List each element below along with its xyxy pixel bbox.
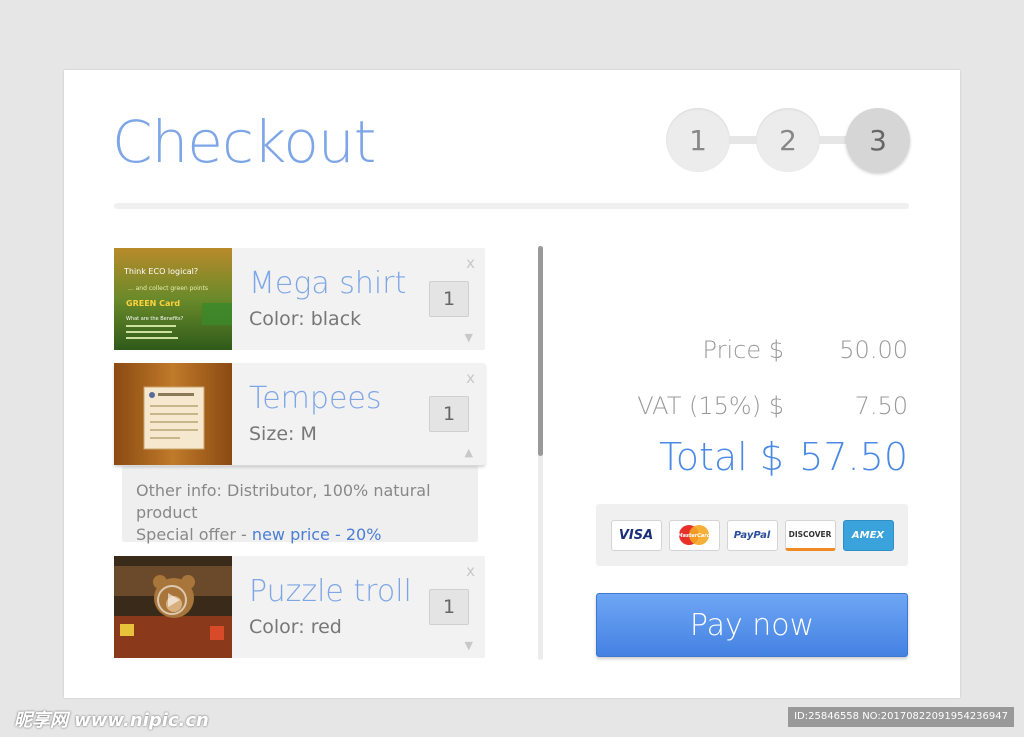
mastercard-icon[interactable]: MasterCard — [668, 519, 720, 551]
price-label: Price $ — [702, 336, 784, 364]
watermark-logo: 昵享网 www.nipic.cn — [14, 710, 209, 731]
offer-link[interactable]: new price - 20% — [252, 525, 381, 544]
thumb-text: Think ECO logical? — [123, 267, 198, 276]
product-thumbnail[interactable] — [114, 556, 232, 658]
item-name[interactable]: Mega shirt — [249, 266, 406, 301]
item-detail: Color: red — [249, 616, 342, 638]
checkout-card: Checkout 1 2 3 Think ECO logical? ... an… — [64, 70, 960, 698]
expand-arrow-icon[interactable]: ▼ — [465, 639, 473, 652]
item-detail: Color: black — [249, 308, 362, 330]
offer-prefix: Special offer - — [136, 525, 252, 544]
step-indicator: 1 2 3 — [666, 108, 910, 172]
cart-scrollbar[interactable] — [538, 246, 543, 660]
product-thumbnail[interactable] — [114, 363, 232, 465]
header-divider — [114, 203, 909, 209]
info-text: Other info: Distributor, 100% natural pr… — [136, 481, 431, 522]
paypal-icon[interactable]: PayPal — [726, 519, 778, 551]
item-name[interactable]: Tempees — [249, 381, 382, 416]
thumb-text: ... and collect green points — [128, 285, 208, 292]
step-3-active[interactable]: 3 — [846, 108, 910, 172]
thumb-text: What are the Benefits? — [126, 316, 184, 322]
total-label: Total $ — [658, 435, 784, 479]
vat-label: VAT (15%) $ — [637, 392, 784, 420]
cart-item: Tempees Size: M 1 x ▲ — [114, 363, 485, 465]
expand-arrow-icon[interactable]: ▼ — [465, 331, 473, 344]
collapse-arrow-icon[interactable]: ▲ — [465, 446, 473, 459]
thumb-text: GREEN Card — [126, 299, 180, 308]
discover-card-icon[interactable]: DISCOVER — [784, 519, 836, 551]
quantity-field[interactable]: 1 — [429, 589, 469, 625]
step-2[interactable]: 2 — [756, 108, 820, 172]
remove-icon[interactable]: x — [466, 254, 475, 272]
item-detail: Size: M — [249, 423, 317, 445]
item-info-panel: Other info: Distributor, 100% natural pr… — [122, 466, 478, 544]
amex-card-icon[interactable]: AMEX — [842, 519, 894, 551]
special-offer: Special offer - new price - 20% — [136, 524, 464, 546]
payment-methods: VISA MasterCard PayPal DISCOVER AMEX — [596, 504, 908, 566]
mastercard-label: MasterCard — [678, 533, 711, 539]
cart-item: Think ECO logical? ... and collect green… — [114, 248, 485, 350]
product-thumbnail[interactable]: Think ECO logical? ... and collect green… — [114, 248, 232, 350]
pay-now-button[interactable]: Pay now — [596, 593, 908, 657]
step-1[interactable]: 1 — [666, 108, 730, 172]
total-value: 57.50 — [799, 435, 908, 479]
quantity-field[interactable]: 1 — [429, 396, 469, 432]
cart-item: Puzzle troll Color: red 1 x ▼ — [114, 556, 485, 658]
visa-card-icon[interactable]: VISA — [610, 519, 662, 551]
quantity-field[interactable]: 1 — [429, 281, 469, 317]
remove-icon[interactable]: x — [466, 562, 475, 580]
page-title: Checkout — [112, 108, 376, 176]
vat-value: 7.50 — [854, 392, 908, 420]
price-value: 50.00 — [839, 336, 908, 364]
remove-icon[interactable]: x — [466, 369, 475, 387]
watermark-id: ID:25846558 NO:20170822091954236947 — [788, 707, 1014, 727]
item-name[interactable]: Puzzle troll — [249, 574, 412, 609]
scrollbar-thumb[interactable] — [538, 246, 543, 456]
